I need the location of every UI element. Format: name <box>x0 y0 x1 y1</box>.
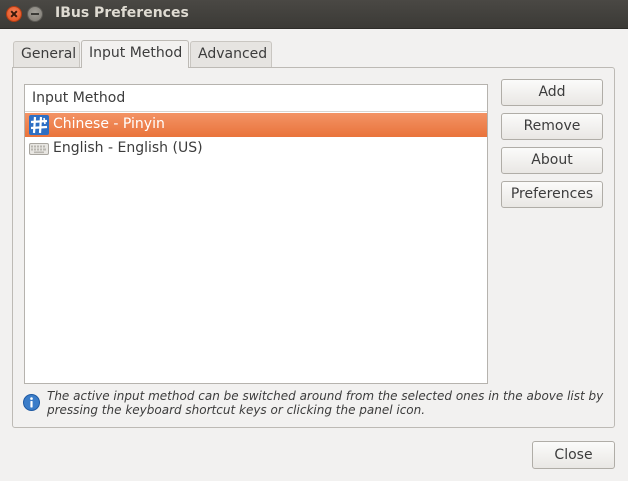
tab-general[interactable]: General <box>13 41 80 67</box>
list-item-label: English - English (US) <box>53 140 203 156</box>
tab-advanced[interactable]: Advanced <box>190 41 272 67</box>
title-bar[interactable]: IBus Preferences <box>0 0 628 29</box>
add-button[interactable]: Add <box>501 79 603 106</box>
ibus-preferences-window: IBus Preferences General Input Method Ad… <box>0 0 628 481</box>
window-close-icon[interactable] <box>6 6 22 22</box>
info-icon <box>23 394 40 411</box>
keyboard-icon <box>29 143 49 155</box>
input-method-list[interactable]: Input Method Chinese - Pinyin English - … <box>24 84 488 384</box>
about-button[interactable]: About <box>501 147 603 174</box>
window-title: IBus Preferences <box>55 5 189 21</box>
tab-input-method[interactable]: Input Method <box>81 40 189 68</box>
window-minimize-icon[interactable] <box>27 6 43 22</box>
preferences-button[interactable]: Preferences <box>501 181 603 208</box>
close-button[interactable]: Close <box>532 441 615 469</box>
list-column-header[interactable]: Input Method <box>25 85 487 112</box>
pinyin-icon <box>29 115 49 135</box>
list-item-label: Chinese - Pinyin <box>53 116 165 132</box>
info-message: The active input method can be switched … <box>47 389 604 417</box>
list-item-english-us[interactable]: English - English (US) <box>25 137 487 161</box>
list-item-chinese-pinyin[interactable]: Chinese - Pinyin <box>25 113 487 137</box>
remove-button[interactable]: Remove <box>501 113 603 140</box>
